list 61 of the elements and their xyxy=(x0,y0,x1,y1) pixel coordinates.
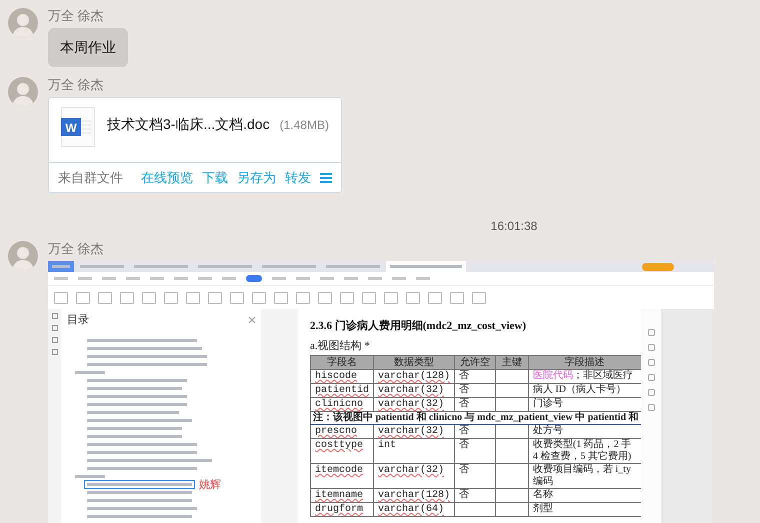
table-cell-text: 门诊号 xyxy=(532,398,564,410)
table-cell-text: 收费项目编码，若 i_ty 编码 xyxy=(532,464,632,488)
table-cell: patientid xyxy=(315,385,370,396)
file-size: (1.48MB) xyxy=(280,116,329,134)
column-header: 主键 xyxy=(496,356,528,370)
file-name[interactable]: 技术文档3-临床...文档.doc xyxy=(107,114,270,135)
table-cell: 否 xyxy=(459,370,470,381)
sender-name: 万全 徐杰 xyxy=(48,77,105,93)
table-cell: varchar(128) xyxy=(378,371,450,382)
table-cell: 否 xyxy=(459,489,470,500)
table-cell: itemname xyxy=(315,490,364,501)
avatar[interactable] xyxy=(8,241,38,271)
section-heading: 2.3.6 门诊病人费用明细(mdc2_mz_cost_view) xyxy=(310,319,527,333)
note-cell: 注：该视图中 patientid 和 clinicno 与 mdc_mz_patient_view 中 patientid 和 xyxy=(310,412,642,424)
table-cell: varchar(32) xyxy=(378,426,444,437)
message-bubble: 本周作业 xyxy=(48,28,128,67)
timestamp: 16:01:38 xyxy=(490,218,538,235)
table-cell: clinicno xyxy=(315,399,364,410)
word-document-icon: W xyxy=(61,107,95,147)
table-cell: 否 xyxy=(459,464,470,475)
table-cell: 否 xyxy=(459,398,470,409)
table-cell-text: 病人 ID（病人卡号） xyxy=(532,384,627,396)
file-action-link[interactable]: 另存为 xyxy=(237,168,276,188)
file-card[interactable]: W 技术文档3-临床...文档.doc (1.48MB) 来自群文件 在线预览 下载 另存为 转发 xyxy=(48,97,342,193)
outline-title: 目录 xyxy=(67,313,89,328)
avatar[interactable] xyxy=(8,77,38,107)
table-cell: hiscode xyxy=(315,371,358,382)
file-action-link[interactable]: 在线预览 xyxy=(141,168,193,188)
sender-name: 万全 徐杰 xyxy=(48,8,105,24)
table-cell: varchar(32) xyxy=(378,465,444,476)
table-cell: itemcode xyxy=(315,465,364,476)
column-header: 数据类型 xyxy=(374,356,455,370)
shared-screenshot[interactable] xyxy=(48,261,714,523)
table-cell-text: 剂型 xyxy=(532,503,554,515)
subheading: a.视图结构 * xyxy=(310,339,371,353)
table-cell-text: 名称 xyxy=(532,489,554,501)
file-action-link[interactable]: 转发 xyxy=(285,168,311,188)
table-cell: int xyxy=(378,440,396,451)
close-icon[interactable] xyxy=(249,317,255,324)
file-action-link[interactable]: 下载 xyxy=(202,168,228,188)
table-cell: 否 xyxy=(459,425,470,436)
column-header: 字段名 xyxy=(310,356,374,370)
table-cell: varchar(64) xyxy=(378,504,444,515)
table-cell: varchar(32) xyxy=(378,399,444,410)
sender-name: 万全 徐杰 xyxy=(48,241,105,257)
table-cell-text: 收费类型(1 药品，2 手 4 检查费，5 其它费用) xyxy=(532,439,632,463)
table-cell-text: 处方号 xyxy=(532,425,564,437)
table-cell: 医院代码；非区域医疗 xyxy=(532,370,633,381)
avatar[interactable] xyxy=(8,8,38,38)
column-header: 字段描述 xyxy=(528,356,642,370)
column-header: 允许空 xyxy=(454,356,496,370)
table-cell: 否 xyxy=(459,439,470,450)
file-source: 来自群文件 xyxy=(58,168,123,187)
table-cell: drugform xyxy=(315,504,364,515)
handwritten-note: 姚辉 xyxy=(199,478,221,493)
table-cell: varchar(128) xyxy=(378,490,450,501)
table-cell: 否 xyxy=(459,384,470,395)
menu-icon[interactable] xyxy=(320,172,332,182)
table-cell: costtype xyxy=(315,440,364,451)
table-cell: prescno xyxy=(315,426,358,437)
table-cell: varchar(32) xyxy=(378,385,444,396)
